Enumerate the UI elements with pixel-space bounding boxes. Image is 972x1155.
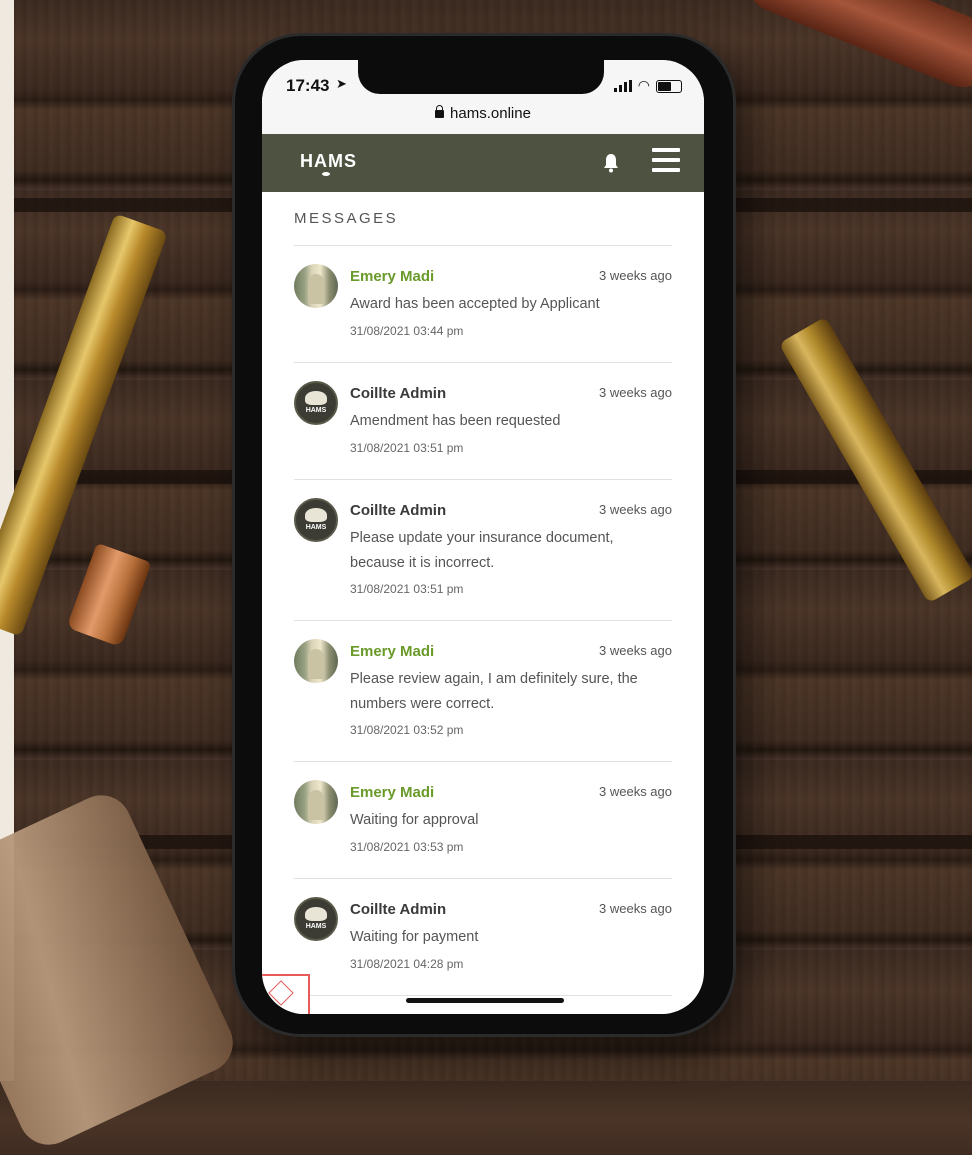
message-ago: 3 weeks ago	[599, 643, 672, 658]
message-date: 31/08/2021 03:53 pm	[350, 840, 464, 854]
message-item[interactable]: HAMS Coillte Admin 3 weeks ago Amendment…	[294, 381, 672, 481]
divider	[294, 479, 672, 480]
message-date: 31/08/2021 04:28 pm	[350, 957, 464, 971]
hamburger-menu-icon[interactable]	[652, 148, 680, 174]
wifi-icon: ◠	[637, 78, 650, 94]
message-ago: 3 weeks ago	[599, 385, 672, 400]
messages-panel: MESSAGES Emery Madi 3 weeks ago Award ha…	[262, 192, 704, 1014]
status-time: 17:43	[286, 76, 330, 95]
message-date: 31/08/2021 03:44 pm	[350, 324, 464, 338]
message-date: 31/08/2021 03:51 pm	[350, 582, 464, 596]
message-ago: 3 weeks ago	[599, 901, 672, 916]
avatar	[294, 264, 338, 308]
divider	[294, 362, 672, 363]
divider	[294, 761, 672, 762]
divider	[294, 878, 672, 879]
org-crest-icon	[305, 508, 327, 522]
divider	[294, 245, 672, 246]
message-sender: Coillte Admin	[350, 502, 447, 519]
org-crest-icon	[305, 907, 327, 921]
message-date: 31/08/2021 03:52 pm	[350, 723, 464, 737]
message-ago: 3 weeks ago	[599, 784, 672, 799]
location-arrow-icon: ➤	[336, 77, 347, 92]
notch	[358, 60, 604, 94]
divider	[294, 995, 672, 996]
bell-icon[interactable]	[603, 153, 619, 173]
battery-icon	[656, 79, 682, 93]
message-ago: 3 weeks ago	[599, 268, 672, 283]
org-crest-icon	[305, 391, 327, 405]
message-sender: Coillte Admin	[350, 901, 447, 918]
message-body: Award has been accepted by Applicant	[350, 296, 600, 312]
logo-leaf-icon	[322, 172, 330, 176]
avatar	[294, 639, 338, 683]
section-title: MESSAGES	[294, 210, 399, 227]
debug-badge-icon[interactable]	[262, 974, 310, 1014]
phone-screen: 17:43 ➤ ◠ hams.online HAMS MESSAGES Emer…	[262, 60, 704, 1014]
message-item[interactable]: HAMS Coillte Admin 3 weeks ago Waiting f…	[294, 897, 672, 997]
address-bar[interactable]: hams.online	[262, 100, 704, 134]
app-header: HAMS	[262, 134, 704, 192]
avatar-label: HAMS	[305, 923, 327, 930]
message-item[interactable]: Emery Madi 3 weeks ago Award has been ac…	[294, 264, 672, 364]
message-sender: Coillte Admin	[350, 385, 447, 402]
message-sender: Emery Madi	[350, 784, 435, 801]
message-date: 31/08/2021 03:51 pm	[350, 441, 464, 455]
message-sender: Emery Madi	[350, 643, 435, 660]
avatar-label: HAMS	[305, 524, 327, 531]
divider	[294, 620, 672, 621]
home-indicator[interactable]	[406, 998, 564, 1003]
avatar	[294, 780, 338, 824]
status-icons: ◠	[613, 78, 682, 94]
message-item[interactable]: Emery Madi 3 weeks ago Please review aga…	[294, 639, 672, 769]
message-item[interactable]: Emery Madi 3 weeks ago Waiting for appro…	[294, 780, 672, 880]
message-item[interactable]: HAMS Coillte Admin 3 weeks ago Please up…	[294, 498, 672, 628]
message-body: Amendment has been requested	[350, 413, 561, 429]
avatar: HAMS	[294, 381, 338, 425]
message-body: Waiting for payment	[350, 929, 479, 945]
message-body: Please update your insurance document, b…	[350, 530, 614, 571]
lock-icon	[435, 105, 445, 118]
message-sender: Emery Madi	[350, 268, 435, 285]
avatar: HAMS	[294, 897, 338, 941]
signal-icon	[613, 80, 632, 92]
message-body: Waiting for approval	[350, 812, 479, 828]
message-body: Please review again, I am definitely sur…	[350, 671, 638, 712]
url-text: hams.online	[450, 105, 531, 122]
message-ago: 3 weeks ago	[599, 502, 672, 517]
hams-logo[interactable]: HAMS	[300, 151, 357, 172]
avatar-label: HAMS	[305, 407, 327, 414]
avatar: HAMS	[294, 498, 338, 542]
